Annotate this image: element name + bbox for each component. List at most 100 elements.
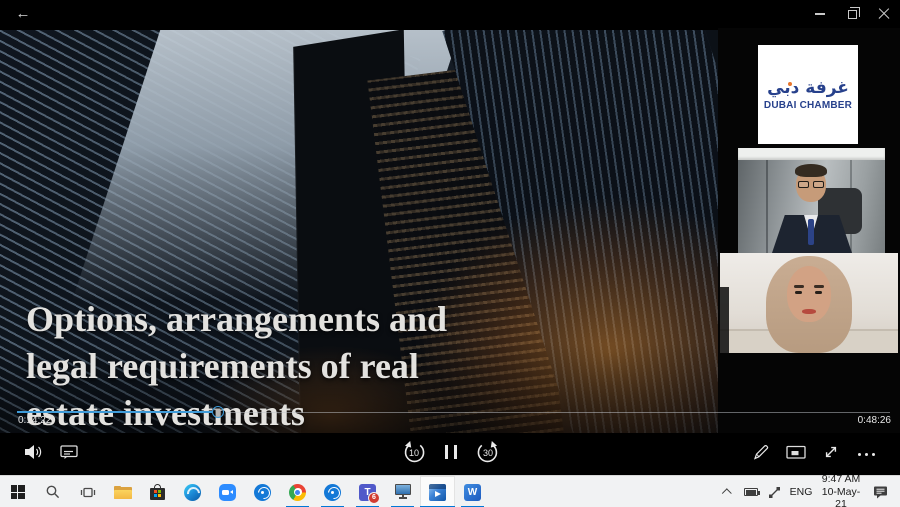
video-content-frame: Options, arrangements and legal requirem… xyxy=(0,30,718,433)
captions-icon xyxy=(59,444,79,460)
search-icon xyxy=(45,484,61,500)
battery-icon xyxy=(744,488,758,496)
movies-and-tv-icon xyxy=(429,484,446,501)
pause-icon xyxy=(442,445,460,459)
clock[interactable]: 9:47 AM 10-May-21 xyxy=(816,476,866,507)
back-arrow-icon: ← xyxy=(16,5,31,22)
back-button[interactable]: ← xyxy=(8,0,38,28)
webcam-thumbnail-speaker-2 xyxy=(720,253,898,353)
movies-tv-app-window: ← Options, arrangements and legal requir… xyxy=(0,0,900,507)
ethernet-icon xyxy=(768,486,781,499)
word-icon: W xyxy=(464,484,481,501)
chrome-button[interactable] xyxy=(280,476,315,507)
ink-annotation-button[interactable] xyxy=(746,437,776,467)
captions-button[interactable] xyxy=(54,437,84,467)
window-controls xyxy=(804,0,900,28)
shadow-graphic xyxy=(720,287,729,353)
skip-forward-30-button[interactable]: 30 xyxy=(473,437,503,467)
skip-back-10-button[interactable]: 10 xyxy=(399,437,429,467)
spiral-app-icon xyxy=(254,484,271,501)
zoom-app-button[interactable] xyxy=(210,476,245,507)
logo-accent-dot xyxy=(788,82,792,86)
speaker-face-graphic xyxy=(814,285,824,288)
volume-icon xyxy=(24,444,44,460)
edge-button[interactable] xyxy=(175,476,210,507)
taskbar-app-buttons: T 6 W xyxy=(0,476,490,507)
taskbar-search-button[interactable] xyxy=(35,476,70,507)
slide-title-line: legal requirements of real xyxy=(26,343,586,390)
close-icon xyxy=(878,8,890,20)
start-button[interactable] xyxy=(0,476,35,507)
elapsed-time: 0:14:22 xyxy=(18,415,51,426)
title-bar: ← xyxy=(0,0,900,28)
file-explorer-icon xyxy=(114,486,132,499)
more-options-button[interactable] xyxy=(851,437,881,467)
spiral-app-2-button[interactable] xyxy=(315,476,350,507)
task-view-button[interactable] xyxy=(70,476,105,507)
skip-back-label: 10 xyxy=(401,448,427,458)
network-tray-button[interactable] xyxy=(765,476,783,507)
mini-view-icon xyxy=(786,445,806,460)
taskbar: T 6 W ENG xyxy=(0,475,900,507)
office-ceiling-graphic xyxy=(738,148,885,160)
zoom-app-icon xyxy=(219,484,236,501)
teams-icon: T 6 xyxy=(359,484,376,501)
ellipsis-icon xyxy=(856,443,877,461)
slide-title-line: Options, arrangements and xyxy=(26,296,586,343)
chevron-up-icon xyxy=(721,488,731,498)
fullscreen-icon xyxy=(822,443,840,461)
date-text: 10-May-21 xyxy=(816,486,866,507)
task-view-icon xyxy=(80,485,96,500)
restore-icon xyxy=(848,10,857,19)
skip-forward-label: 30 xyxy=(475,448,501,458)
spiral-app-icon xyxy=(324,484,341,501)
dubai-chamber-logo: غرفة دبي DUBAI CHAMBER xyxy=(758,45,858,144)
close-button[interactable] xyxy=(868,0,900,28)
word-button[interactable]: W xyxy=(455,476,490,507)
teams-notification-badge: 6 xyxy=(368,492,380,504)
seek-handle[interactable] xyxy=(212,406,224,418)
file-explorer-button[interactable] xyxy=(105,476,140,507)
logo-arabic-text: غرفة دبي xyxy=(767,78,849,98)
monitor-app-button[interactable] xyxy=(385,476,420,507)
logo-english-text: DUBAI CHAMBER xyxy=(764,100,852,111)
pause-button[interactable] xyxy=(436,437,466,467)
total-duration: 0:48:26 xyxy=(858,415,891,426)
battery-tray-button[interactable] xyxy=(741,476,761,507)
time-text: 9:47 AM xyxy=(822,473,861,486)
seek-bar-track xyxy=(226,412,890,413)
webinar-sidebar: غرفة دبي DUBAI CHAMBER xyxy=(718,28,900,433)
pen-icon xyxy=(752,443,770,461)
teams-button[interactable]: T 6 xyxy=(350,476,385,507)
speaker-hair-graphic xyxy=(795,164,827,177)
office-wall-graphic xyxy=(766,160,768,253)
seek-bar-progress xyxy=(17,411,212,413)
fullscreen-button[interactable] xyxy=(816,437,846,467)
restore-button[interactable] xyxy=(836,0,868,28)
action-center-button[interactable] xyxy=(868,476,892,507)
action-center-icon xyxy=(873,485,888,499)
chrome-icon xyxy=(289,484,306,501)
show-hidden-icons-button[interactable] xyxy=(718,476,736,507)
seek-bar[interactable] xyxy=(17,411,890,413)
speaker-face-graphic xyxy=(815,291,822,294)
microsoft-store-icon xyxy=(150,484,165,500)
microsoft-store-button[interactable] xyxy=(140,476,175,507)
spiral-app-button[interactable] xyxy=(245,476,280,507)
volume-button[interactable] xyxy=(19,437,49,467)
video-player-stage[interactable]: Options, arrangements and legal requirem… xyxy=(0,28,900,433)
speaker-face-graphic xyxy=(802,309,816,314)
minimize-icon xyxy=(815,13,825,15)
mini-view-button[interactable] xyxy=(781,437,811,467)
speaker-glasses-graphic xyxy=(798,181,824,188)
edge-icon xyxy=(184,484,201,501)
webcam-thumbnail-speaker-1 xyxy=(738,148,885,253)
speaker-tie-graphic xyxy=(808,219,814,245)
speaker-face-graphic xyxy=(795,291,802,294)
playback-controls-bar: 10 30 xyxy=(0,433,900,475)
minimize-button[interactable] xyxy=(804,0,836,28)
movies-and-tv-button[interactable] xyxy=(420,476,455,507)
speaker-face-graphic xyxy=(794,285,804,288)
language-indicator[interactable]: ENG xyxy=(788,476,814,507)
windows-logo-icon xyxy=(11,485,25,499)
